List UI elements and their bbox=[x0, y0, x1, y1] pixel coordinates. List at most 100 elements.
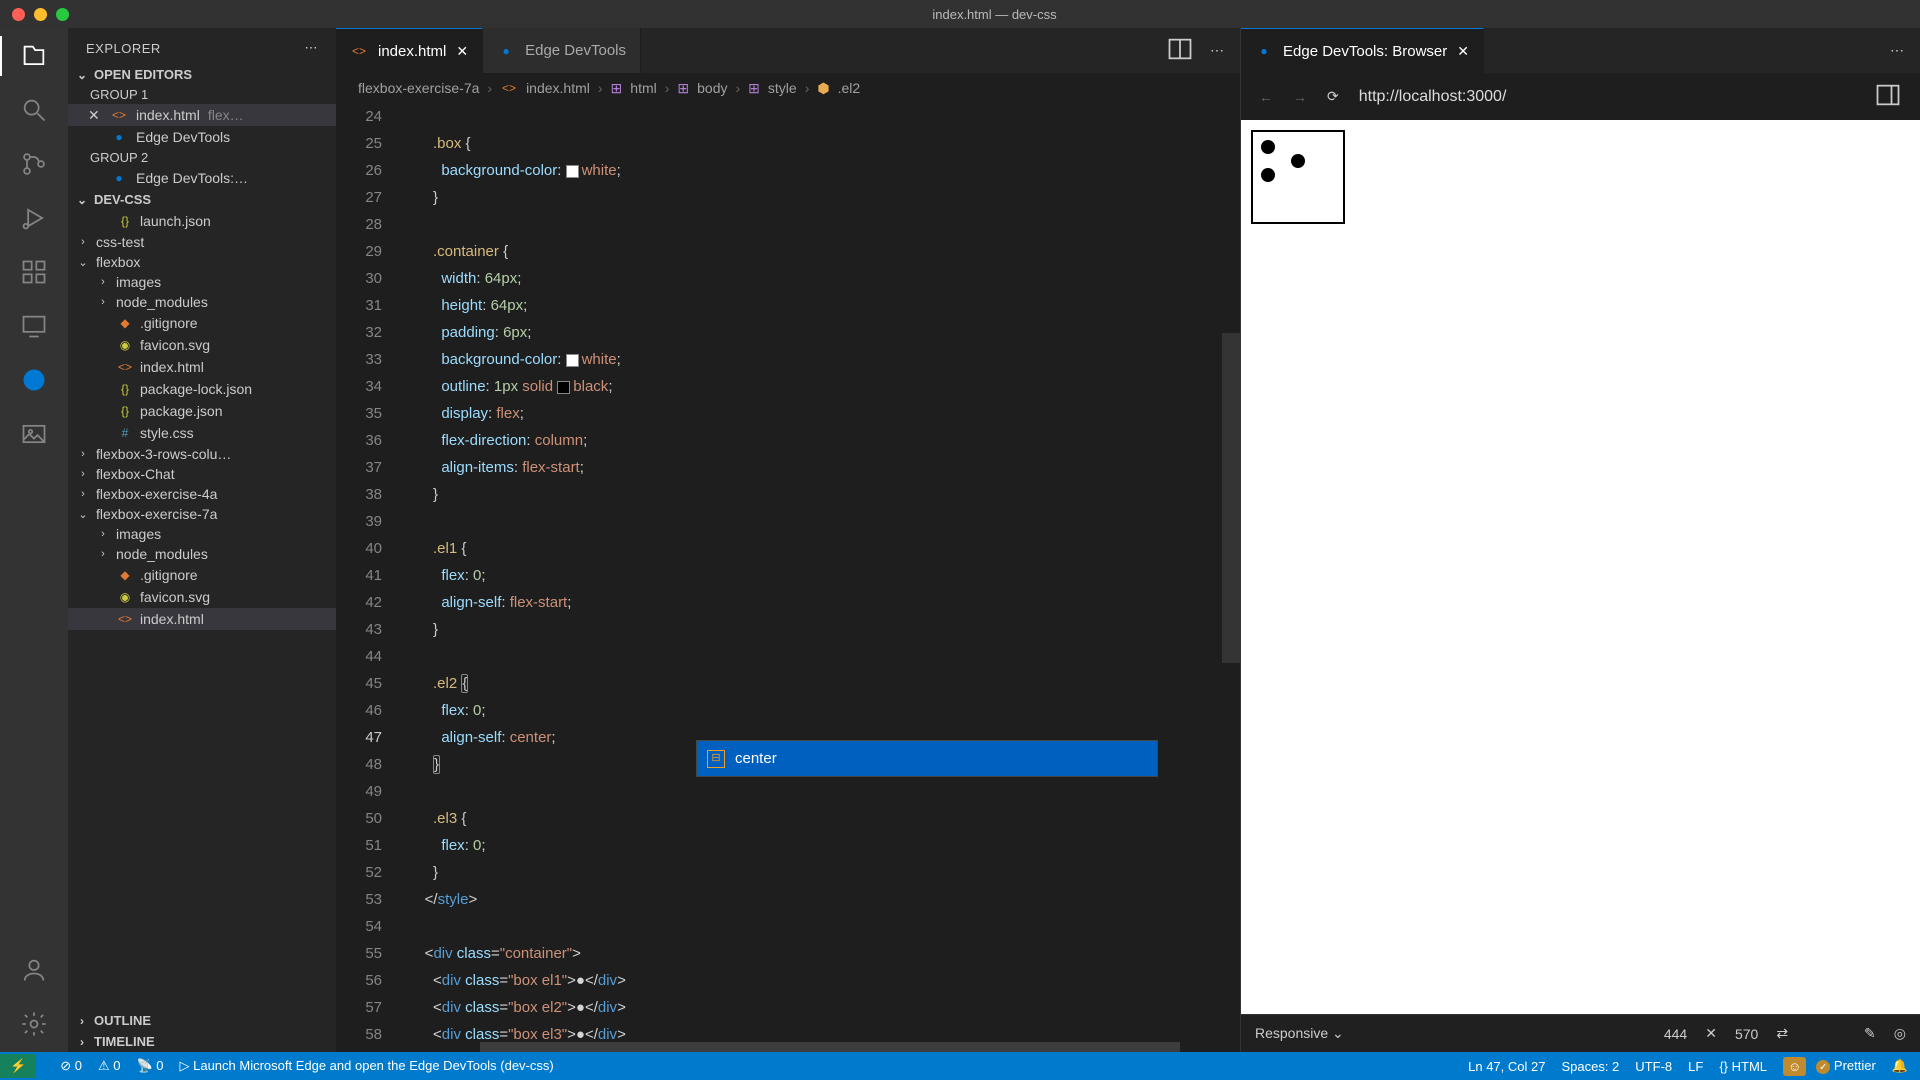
rotate-icon[interactable]: ⇄ bbox=[1776, 1025, 1788, 1042]
edge-icon: ● bbox=[110, 169, 128, 187]
file-favicon-2[interactable]: ◉favicon.svg bbox=[68, 586, 336, 608]
status-ports[interactable]: 📡 0 bbox=[136, 1058, 163, 1074]
status-bar: ⚡ ⊘ 0 ⚠ 0 📡 0 ▷ Launch Microsoft Edge an… bbox=[0, 1052, 1920, 1080]
code-content[interactable]: .box { background-color: white; } .conta… bbox=[408, 103, 1240, 1052]
folder-node-modules[interactable]: ›node_modules bbox=[68, 292, 336, 312]
breadcrumb[interactable]: flexbox-exercise-7a› <>index.html› ⊞html… bbox=[336, 73, 1240, 103]
preview-dot-1 bbox=[1261, 140, 1275, 154]
status-cursor-position[interactable]: Ln 47, Col 27 bbox=[1468, 1059, 1545, 1074]
source-control-icon[interactable] bbox=[18, 148, 50, 180]
status-indentation[interactable]: Spaces: 2 bbox=[1561, 1059, 1619, 1074]
folder-flexbox-4a[interactable]: ›flexbox-exercise-4a bbox=[68, 484, 336, 504]
editor-group-left: <>index.html✕ ●Edge DevTools ⋯ flexbox-e… bbox=[336, 28, 1240, 1052]
status-notifications-icon[interactable]: 🔔 bbox=[1892, 1058, 1908, 1074]
folder-flexbox-3-rows[interactable]: ›flexbox-3-rows-colu… bbox=[68, 444, 336, 464]
status-warnings[interactable]: ⚠ 0 bbox=[98, 1058, 121, 1074]
explorer-icon[interactable] bbox=[18, 40, 50, 72]
status-prettier[interactable]: ✓ Prettier bbox=[1822, 1058, 1876, 1075]
status-eol[interactable]: LF bbox=[1688, 1059, 1703, 1074]
json-file-icon: {} bbox=[116, 380, 134, 398]
edge-tools-icon[interactable] bbox=[18, 364, 50, 396]
file-launch-json[interactable]: {}launch.json bbox=[68, 210, 336, 232]
open-editor-edge-devtools[interactable]: ●Edge DevTools bbox=[68, 126, 336, 148]
folder-images-2[interactable]: ›images bbox=[68, 524, 336, 544]
close-tab-icon[interactable]: ✕ bbox=[456, 43, 468, 60]
devtools-toggle-icon[interactable] bbox=[1874, 81, 1902, 112]
forward-icon[interactable]: → bbox=[1293, 89, 1307, 105]
tab-edge-browser[interactable]: ●Edge DevTools: Browser✕ bbox=[1241, 28, 1484, 73]
close-tab-icon[interactable]: ✕ bbox=[1457, 43, 1469, 60]
vision-icon[interactable]: ◎ bbox=[1894, 1025, 1906, 1042]
chevron-down-icon: ⌄ bbox=[74, 193, 90, 207]
search-icon[interactable] bbox=[18, 94, 50, 126]
viewport-width[interactable]: 444 bbox=[1664, 1026, 1687, 1042]
svg-file-icon: ◉ bbox=[116, 336, 134, 354]
explorer-title: EXPLORER bbox=[86, 41, 161, 56]
folder-flexbox-chat[interactable]: ›flexbox-Chat bbox=[68, 464, 336, 484]
touch-icon[interactable]: ✎ bbox=[1864, 1025, 1876, 1042]
file-package-json[interactable]: {}package.json bbox=[68, 400, 336, 422]
remote-indicator[interactable]: ⚡ bbox=[0, 1054, 36, 1078]
explorer-more-icon[interactable]: ⋯ bbox=[305, 40, 319, 56]
workspace-section[interactable]: ⌄DEV-CSS bbox=[68, 189, 336, 210]
timeline-section[interactable]: ›TIMELINE bbox=[68, 1031, 336, 1052]
screencast-icon[interactable] bbox=[18, 310, 50, 342]
back-icon[interactable]: ← bbox=[1259, 89, 1273, 105]
split-editor-icon[interactable] bbox=[1166, 35, 1194, 66]
folder-images[interactable]: ›images bbox=[68, 272, 336, 292]
responsive-dropdown[interactable]: Responsive ⌄ bbox=[1255, 1025, 1344, 1042]
folder-flexbox[interactable]: ⌄flexbox bbox=[68, 252, 336, 272]
title-bar: index.html — dev-css bbox=[0, 0, 1920, 28]
status-launch-task[interactable]: ▷ Launch Microsoft Edge and open the Edg… bbox=[180, 1058, 554, 1074]
minimap-slider[interactable] bbox=[1222, 333, 1240, 663]
status-encoding[interactable]: UTF-8 bbox=[1635, 1059, 1672, 1074]
outline-section[interactable]: ›OUTLINE bbox=[68, 1010, 336, 1031]
status-errors[interactable]: ⊘ 0 bbox=[60, 1058, 82, 1074]
horizontal-scrollbar[interactable] bbox=[480, 1042, 1180, 1052]
open-editor-edge-browser[interactable]: ●Edge DevTools:… bbox=[68, 167, 336, 189]
chevron-down-icon: ⌄ bbox=[76, 508, 90, 521]
file-index-html-2[interactable]: <>index.html bbox=[68, 608, 336, 630]
settings-icon[interactable] bbox=[18, 1008, 50, 1040]
status-feedback-icon[interactable]: ☺ bbox=[1783, 1057, 1806, 1076]
line-gutter: 2425262728293031323334353637383940414243… bbox=[336, 103, 408, 1052]
viewport-height[interactable]: 570 bbox=[1735, 1026, 1758, 1042]
suggest-widget[interactable]: ⊟center bbox=[696, 740, 1158, 777]
chevron-right-icon: › bbox=[76, 468, 90, 480]
open-editor-index-html[interactable]: ✕<>index.htmlflex… bbox=[68, 104, 336, 126]
tab-index-html[interactable]: <>index.html✕ bbox=[336, 28, 483, 73]
folder-node-modules-2[interactable]: ›node_modules bbox=[68, 544, 336, 564]
open-editors-section[interactable]: ⌄OPEN EDITORS bbox=[68, 64, 336, 85]
minimap[interactable] bbox=[1222, 103, 1240, 1052]
images-panel-icon[interactable] bbox=[18, 418, 50, 450]
more-actions-icon[interactable]: ⋯ bbox=[1890, 42, 1904, 59]
tab-edge-devtools[interactable]: ●Edge DevTools bbox=[483, 28, 641, 73]
folder-flexbox-7a[interactable]: ⌄flexbox-exercise-7a bbox=[68, 504, 336, 524]
more-actions-icon[interactable]: ⋯ bbox=[1210, 42, 1224, 59]
file-index-html[interactable]: <>index.html bbox=[68, 356, 336, 378]
file-favicon[interactable]: ◉favicon.svg bbox=[68, 334, 336, 356]
minimize-window-icon[interactable] bbox=[34, 8, 47, 21]
file-gitignore[interactable]: ◆.gitignore bbox=[68, 312, 336, 334]
url-bar[interactable]: http://localhost:3000/ bbox=[1359, 88, 1854, 106]
run-debug-icon[interactable] bbox=[18, 202, 50, 234]
html-file-icon: <> bbox=[110, 106, 128, 124]
status-language[interactable]: {} HTML bbox=[1719, 1059, 1767, 1074]
swap-dimensions-icon[interactable]: ✕ bbox=[1705, 1025, 1717, 1042]
code-editor[interactable]: 2425262728293031323334353637383940414243… bbox=[336, 103, 1240, 1052]
close-window-icon[interactable] bbox=[12, 8, 25, 21]
browser-viewport[interactable] bbox=[1241, 120, 1920, 1014]
file-style-css[interactable]: #style.css bbox=[68, 422, 336, 444]
traffic-lights bbox=[0, 8, 69, 21]
maximize-window-icon[interactable] bbox=[56, 8, 69, 21]
close-icon[interactable]: ✕ bbox=[88, 107, 102, 124]
editor-group-1: GROUP 1 bbox=[68, 85, 336, 104]
file-tree: {}launch.json ›css-test ⌄flexbox ›images… bbox=[68, 210, 336, 1010]
folder-css-test[interactable]: ›css-test bbox=[68, 232, 336, 252]
accounts-icon[interactable] bbox=[18, 954, 50, 986]
extensions-icon[interactable] bbox=[18, 256, 50, 288]
reload-icon[interactable]: ⟳ bbox=[1327, 88, 1339, 105]
chevron-right-icon: › bbox=[76, 448, 90, 460]
file-package-lock[interactable]: {}package-lock.json bbox=[68, 378, 336, 400]
file-gitignore-2[interactable]: ◆.gitignore bbox=[68, 564, 336, 586]
